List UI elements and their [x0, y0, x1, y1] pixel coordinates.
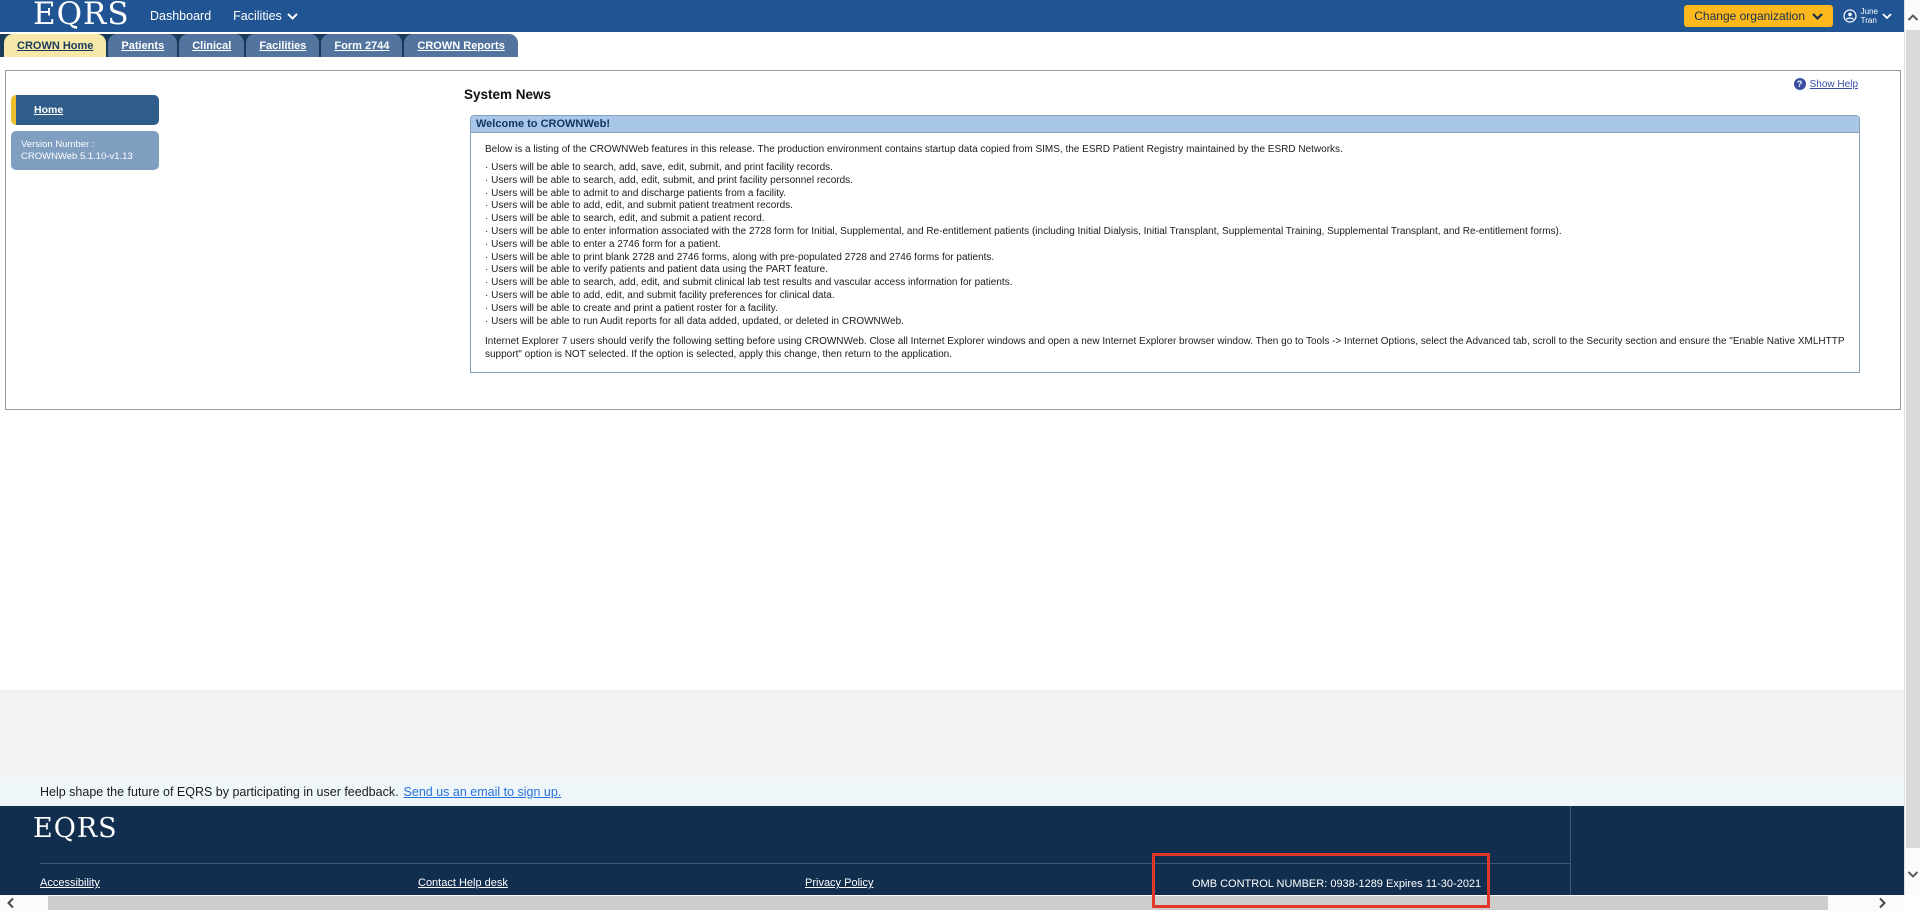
- feedback-email-link[interactable]: Send us an email to sign up.: [404, 785, 562, 799]
- feature-item: Users will be able to run Audit reports …: [485, 316, 1847, 329]
- chevron-down-icon: [1812, 13, 1823, 20]
- user-menu[interactable]: June Tran: [1843, 4, 1892, 28]
- top-nav: Dashboard Facilities: [150, 0, 298, 32]
- horizontal-scrollbar-thumb[interactable]: [48, 896, 1828, 910]
- version-number-box: Version Number : CROWNWeb 5.1.10-v1.13: [11, 131, 159, 170]
- feature-item: Users will be able to add, edit, and sub…: [485, 290, 1847, 303]
- eqrs-footer-logo: EQRS: [33, 813, 118, 844]
- scroll-right-icon[interactable]: [1876, 897, 1888, 909]
- feature-item: Users will be able to verify patients an…: [485, 264, 1847, 277]
- feature-item: Users will be able to enter information …: [485, 226, 1847, 239]
- user-first-name: June: [1861, 7, 1878, 16]
- footer-vertical-divider: [1570, 806, 1571, 896]
- feature-item: Users will be able to enter a 2746 form …: [485, 239, 1847, 252]
- tab-crown-home[interactable]: CROWN Home: [4, 34, 106, 57]
- footer-link-privacy-policy[interactable]: Privacy Policy: [805, 877, 873, 889]
- feature-item: Users will be able to add, edit, and sub…: [485, 200, 1847, 213]
- feature-item: Users will be able to search, add, edit,…: [485, 277, 1847, 290]
- nav-facilities[interactable]: Facilities: [233, 9, 298, 23]
- tab-facilities[interactable]: Facilities: [246, 34, 319, 57]
- feature-list: Users will be able to search, add, save,…: [485, 162, 1847, 328]
- sidebar-item-home[interactable]: Home: [11, 95, 159, 125]
- scroll-up-icon[interactable]: [1907, 12, 1919, 24]
- tab-crown-reports[interactable]: CROWN Reports: [404, 34, 517, 57]
- lower-gray-band: [0, 690, 1904, 777]
- welcome-panel: Welcome to CROWNWeb! Below is a listing …: [470, 115, 1860, 373]
- show-help-label: Show Help: [1810, 79, 1858, 90]
- show-help-link[interactable]: ? Show Help: [1794, 78, 1858, 90]
- tabs: CROWN Home Patients Clinical Facilities …: [4, 34, 518, 57]
- footer-link-contact-help-desk[interactable]: Contact Help desk: [418, 877, 508, 889]
- tab-strip: CROWN Home Patients Clinical Facilities …: [0, 34, 437, 57]
- release-intro-text: Below is a listing of the CROWNWeb featu…: [485, 143, 1847, 156]
- feedback-text: Help shape the future of EQRS by partici…: [40, 785, 399, 799]
- feature-item: Users will be able to admit to and disch…: [485, 188, 1847, 201]
- chevron-down-icon: [287, 13, 298, 20]
- nav-dashboard-label: Dashboard: [150, 9, 211, 23]
- feature-item: Users will be able to search, add, edit,…: [485, 175, 1847, 188]
- tab-form-2744[interactable]: Form 2744: [321, 34, 402, 57]
- footer-link-accessibility[interactable]: Accessibility: [40, 877, 100, 889]
- tab-patients[interactable]: Patients: [108, 34, 177, 57]
- feature-item: Users will be able to search, edit, and …: [485, 213, 1847, 226]
- chevron-down-icon: [1882, 13, 1892, 19]
- change-organization-button[interactable]: Change organization: [1684, 5, 1833, 27]
- horizontal-scrollbar[interactable]: [0, 895, 1904, 911]
- ie7-note-text: Internet Explorer 7 users should verify …: [485, 335, 1847, 361]
- user-name: June Tran: [1861, 7, 1878, 25]
- welcome-panel-title: Welcome to CROWNWeb!: [471, 116, 1859, 133]
- change-organization-label: Change organization: [1694, 9, 1805, 23]
- eqrs-header-logo: EQRS: [33, 0, 130, 31]
- nav-facilities-label: Facilities: [233, 9, 282, 23]
- user-last-name: Tran: [1861, 16, 1878, 25]
- eqrs-crownweb-page: EQRS Dashboard Facilities Change organiz…: [0, 0, 1920, 911]
- help-icon: ?: [1794, 78, 1806, 90]
- omb-control-number: OMB CONTROL NUMBER: 0938-1289 Expires 11…: [1192, 878, 1481, 890]
- sidebar-home-label: Home: [34, 104, 63, 116]
- tab-clinical[interactable]: Clinical: [179, 34, 244, 57]
- page-title: System News: [464, 87, 551, 102]
- user-avatar-icon: [1843, 9, 1857, 23]
- feedback-bar: Help shape the future of EQRS by partici…: [0, 777, 1904, 806]
- nav-dashboard[interactable]: Dashboard: [150, 9, 211, 23]
- footer-divider: [40, 863, 1570, 864]
- feature-item: Users will be able to print blank 2728 a…: [485, 252, 1847, 265]
- top-header: EQRS Dashboard Facilities Change organiz…: [0, 0, 1904, 32]
- feature-item: Users will be able to create and print a…: [485, 303, 1847, 316]
- scroll-down-icon[interactable]: [1907, 868, 1919, 880]
- content-panel: ? Show Help Home Version Number : CROWNW…: [5, 70, 1901, 410]
- welcome-panel-body: Below is a listing of the CROWNWeb featu…: [471, 133, 1859, 361]
- vertical-scrollbar-thumb[interactable]: [1906, 30, 1920, 848]
- feature-item: Users will be able to search, add, save,…: [485, 162, 1847, 175]
- vertical-scrollbar[interactable]: [1904, 0, 1920, 895]
- scroll-left-icon[interactable]: [5, 897, 17, 909]
